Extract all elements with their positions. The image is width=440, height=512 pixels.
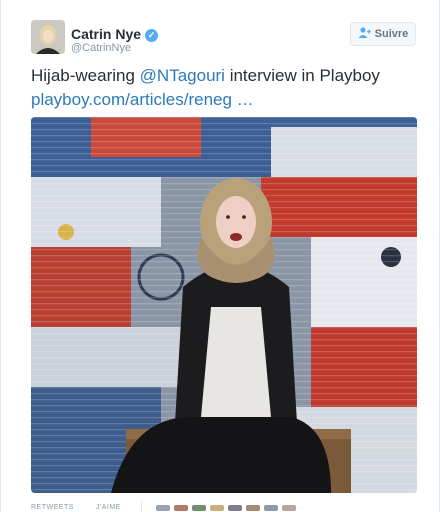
liker-avatars xyxy=(156,505,296,511)
liker-avatar[interactable] xyxy=(156,505,170,511)
liker-avatar[interactable] xyxy=(282,505,296,511)
tweet-text: Hijab-wearing @NTagouri interview in Pla… xyxy=(31,64,421,112)
liker-avatar[interactable] xyxy=(246,505,260,511)
avatar-image xyxy=(31,20,65,54)
liker-avatar[interactable] xyxy=(228,505,242,511)
retweets-label[interactable]: RETWEETS xyxy=(31,504,74,511)
add-user-icon xyxy=(358,27,371,41)
author-name-text: Catrin Nye xyxy=(71,26,142,42)
avatar[interactable] xyxy=(31,20,65,54)
mention-link[interactable]: @NTagouri xyxy=(140,66,225,85)
liker-avatar[interactable] xyxy=(210,505,224,511)
stats-divider xyxy=(141,502,142,512)
follow-button-label: Suivre xyxy=(374,28,409,40)
photo-image xyxy=(31,117,417,493)
article-link[interactable]: playboy.com/articles/reneg … xyxy=(31,90,254,109)
follow-button[interactable]: Suivre xyxy=(350,22,416,46)
tweet-text-prefix: Hijab-wearing xyxy=(31,66,140,85)
liker-avatar[interactable] xyxy=(192,505,206,511)
verified-badge-icon: ✓ xyxy=(145,29,159,42)
author-handle[interactable]: @CatrinNye xyxy=(71,42,131,54)
tweet-card: Catrin Nye ✓ @CatrinNye Suivre Hijab-wear… xyxy=(0,0,440,512)
tweet-photo[interactable] xyxy=(31,117,417,493)
author-name[interactable]: Catrin Nye ✓ xyxy=(71,26,159,42)
liker-avatar[interactable] xyxy=(264,505,278,511)
tweet-text-suffix: interview in Playboy xyxy=(224,66,380,85)
likes-label[interactable]: J'AIME xyxy=(96,504,121,511)
tweet-stats: RETWEETS J'AIME xyxy=(31,504,143,511)
liker-avatar[interactable] xyxy=(174,505,188,511)
